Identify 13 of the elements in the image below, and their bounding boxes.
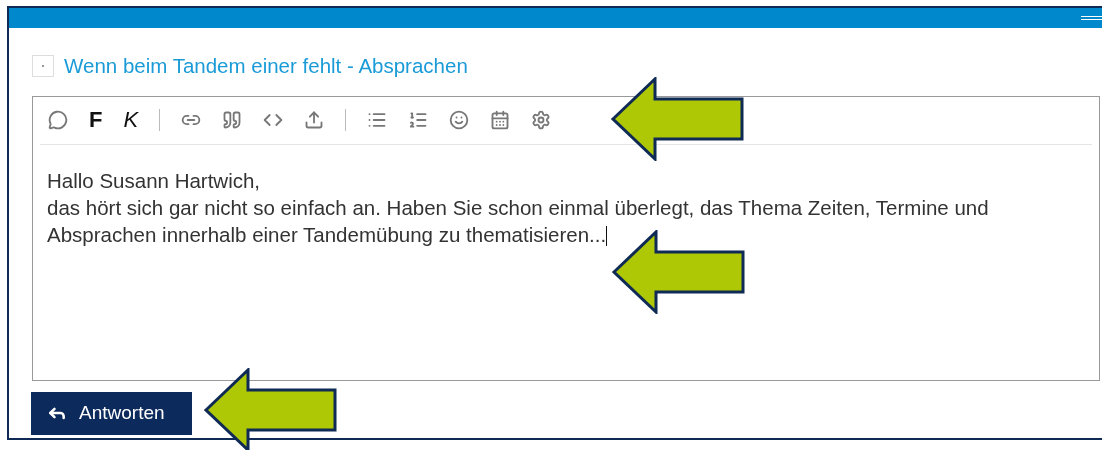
upload-icon[interactable] [304, 110, 325, 131]
numbered-list-icon[interactable] [408, 110, 429, 131]
reply-button[interactable]: Antworten [31, 391, 192, 435]
speech-bubble-icon[interactable] [48, 110, 68, 131]
italic-button[interactable]: K [123, 109, 139, 132]
calendar-icon[interactable] [490, 110, 511, 131]
smiley-icon[interactable] [449, 110, 470, 131]
settings-icon[interactable] [531, 110, 552, 131]
double-line-icon [1081, 16, 1102, 20]
quote-icon[interactable] [222, 110, 243, 131]
checkbox[interactable] [32, 55, 54, 78]
bold-button[interactable]: F [89, 109, 103, 132]
message-text[interactable]: Hallo Susann Hartwich, das hört sich gar nicht so einfach an. Haben Sie schon einmal überlegt, das Thema Zeiten, Termine und Absprachen innerhalb einer Tandemübung zu thematisieren... [33, 144, 1099, 248]
